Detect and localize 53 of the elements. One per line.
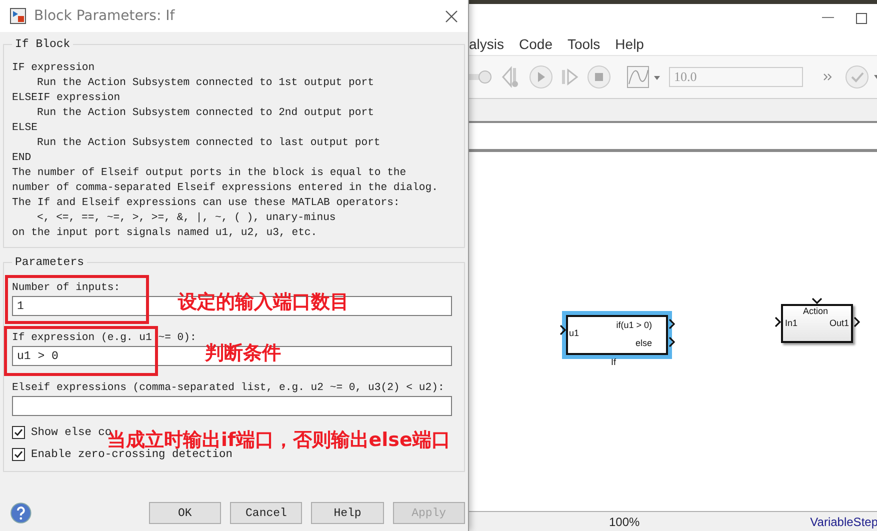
block-name: If [611, 357, 616, 367]
overflow-icon[interactable] [823, 73, 833, 81]
dialog-button[interactable]: Cancel [230, 502, 302, 524]
check-icon[interactable] [845, 65, 877, 89]
field-label: If expression (e.g. u1 ~= 0): [12, 332, 196, 345]
trigger-port-icon [812, 298, 822, 304]
menu-item[interactable]: alysis [469, 36, 504, 52]
block-header: Action [803, 306, 828, 316]
step-forward-icon[interactable] [561, 68, 579, 86]
field-label: Number of inputs: [12, 282, 120, 295]
field-label: Elseif expressions (comma-separated list, e.g. u2 ~= 0, u3(2) < u2): [12, 382, 444, 395]
description-line: IF expression [12, 61, 96, 76]
group-title: Parameters [14, 256, 86, 269]
description-line: Run the Action Subsystem connected to last output port [36, 136, 382, 151]
port-label: else [635, 338, 652, 348]
description-line: The number of Elseif output ports in the block is equal to the [12, 166, 408, 181]
description-line: number of comma-separated Elseif expressions entered in the dialog. [12, 181, 439, 196]
loop-icon[interactable] [469, 68, 493, 86]
block-icon [10, 8, 26, 24]
description-line: The If and Elseif expressions can use these MATLAB operators: [12, 196, 401, 211]
menu-item[interactable]: Code [519, 36, 552, 52]
port-label: In1 [785, 318, 798, 328]
action-block[interactable]: Action In1 Out1 [781, 304, 853, 343]
minimize-icon[interactable] [822, 17, 834, 19]
port-label: if(u1 > 0) [616, 320, 652, 330]
help-icon[interactable] [10, 502, 32, 524]
description-line: Run the Action Subsystem connected to 2nd output port [36, 106, 375, 121]
dialog-button[interactable]: Help [311, 502, 384, 524]
annotation-text: 判断条件 [205, 343, 281, 364]
description-line: ELSE [12, 121, 38, 136]
window-title: Block Parameters: If [34, 8, 176, 24]
description-line: <, <=, ==, ~=, >, >=, &, |, ~, ( ), unary-minus [36, 211, 337, 226]
port-label: u1 [569, 328, 580, 338]
maximize-icon[interactable] [856, 12, 867, 24]
port-label: Out1 [829, 318, 849, 328]
checkbox[interactable] [12, 448, 25, 461]
description-line: END [12, 151, 32, 166]
close-icon[interactable] [445, 10, 458, 22]
step-back-icon[interactable] [501, 66, 521, 88]
dialog-button[interactable]: OK [148, 502, 222, 524]
menu-item[interactable]: Help [615, 36, 644, 52]
scope-icon[interactable] [627, 66, 661, 88]
description-line: Run the Action Subsystem connected to 1st output port [36, 76, 375, 91]
group-title: If Block [14, 38, 72, 51]
checkbox[interactable] [12, 426, 25, 439]
stop-icon[interactable] [587, 65, 611, 89]
menu-item[interactable]: Tools [567, 36, 600, 52]
run-icon[interactable] [529, 65, 553, 89]
checkbox-label: Enable zero-crossing detection [31, 448, 232, 460]
input-field[interactable] [12, 396, 452, 416]
description-line: on the input port signals named u1, u2, u3, etc. [12, 226, 318, 241]
description-line: ELSEIF expression [12, 91, 122, 106]
zoom-level: 100% [609, 514, 640, 528]
